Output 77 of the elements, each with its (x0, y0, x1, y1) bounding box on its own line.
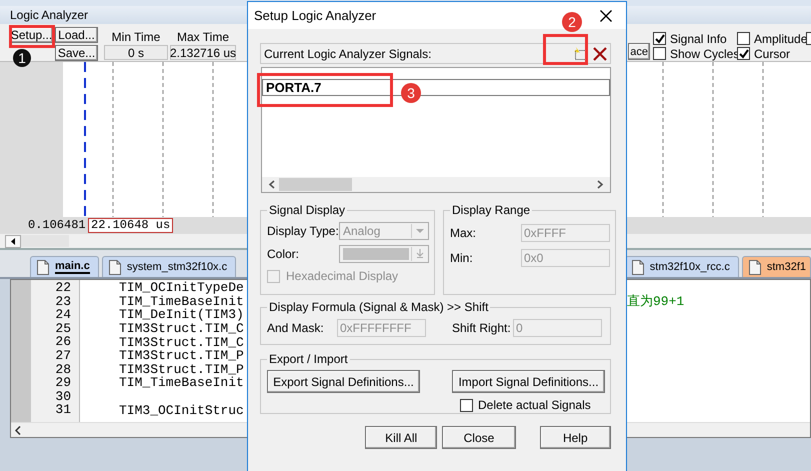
group-title: Export / Import (268, 352, 349, 366)
time-label: 0.106481 (28, 218, 87, 232)
cursor-time-label: 22.10648 us (88, 218, 174, 232)
import-button[interactable]: Import Signal Definitions... (452, 370, 605, 393)
code-line: TIM_DeInit(TIM3) (119, 307, 244, 322)
file-tab[interactable]: system_stm32f10x.c (102, 256, 236, 277)
scroll-left-icon[interactable] (15, 426, 21, 434)
checkbox[interactable] (653, 32, 666, 45)
line-number: 29 (55, 376, 71, 390)
scroll-left-button[interactable] (5, 234, 21, 248)
checkbox-label: Hexadecimal Display (286, 269, 398, 283)
field-label: Display Type: (267, 224, 339, 238)
line-number: 22 (55, 281, 71, 295)
toolbar-button[interactable]: Save... (55, 45, 98, 61)
scroll-left-icon[interactable] (268, 180, 277, 189)
line-number: 23 (55, 294, 71, 308)
time-value: 2.132716 us (170, 45, 236, 60)
line-number: 26 (55, 335, 71, 349)
line-number: 28 (55, 362, 71, 376)
toolbar-button[interactable]: Load... (55, 27, 98, 43)
scroll-right-icon[interactable] (595, 180, 604, 189)
checkbox[interactable] (737, 47, 750, 60)
dialog-title: Setup Logic Analyzer (254, 8, 376, 23)
checkbox-label: Signal Info (670, 32, 727, 46)
field-label: Color: (267, 246, 300, 260)
scroll-thumb[interactable] (279, 178, 352, 191)
scroll-left-icon (11, 238, 15, 244)
checkbox-label: Amplitude (754, 32, 808, 46)
column-label: Min Time (112, 29, 160, 45)
code-line: TIM3_OCInitStruc (119, 402, 244, 418)
down-arrow-icon (416, 249, 424, 258)
column-label: Max Time (176, 29, 229, 45)
code-line: TIM_TimeBaseInit (119, 294, 244, 309)
code-comment: 直为99+1 (627, 293, 684, 310)
file-tab[interactable]: stm32f1 (742, 256, 811, 277)
close-icon (600, 10, 612, 22)
code-line: TIM3Struct.TIM_C (119, 321, 244, 336)
highlight-frame-overlay (9, 25, 55, 48)
group-title: Display Range (451, 203, 532, 217)
document-icon (632, 260, 644, 274)
code-line: TIM_OCInitTypeDe (119, 280, 244, 296)
document-icon (748, 260, 761, 274)
group-title: Display Formula (Signal & Mask) >> Shift (268, 300, 490, 314)
scroll-thumb[interactable] (21, 235, 69, 247)
line-number: 27 (55, 348, 71, 363)
line-number: 24 (55, 308, 71, 322)
delete-button[interactable] (590, 44, 610, 63)
document-icon (37, 260, 49, 274)
time-value: 0 s (104, 45, 168, 60)
code-line: TIM_TimeBaseInit (119, 375, 244, 390)
field-label: Shift Right: (452, 320, 512, 334)
checkbox[interactable] (460, 398, 473, 412)
field-label: Max: (450, 226, 478, 240)
code-line: TIM3Struct.TIM_C (119, 334, 244, 350)
panel-title: Logic Analyzer (10, 8, 88, 22)
dialog-button[interactable]: Kill All (365, 426, 438, 449)
signals-label: Current Logic Analyzer Signals: (264, 46, 432, 60)
export-button[interactable]: Export Signal Definitions... (267, 370, 420, 393)
checkbox-label: Cursor (754, 46, 790, 60)
dialog-button[interactable]: Help (540, 426, 611, 449)
checkbox-label: Delete actual Signals (478, 398, 591, 412)
highlight-frame-overlay (543, 34, 588, 65)
field-label: Min: (450, 250, 474, 264)
checkbox[interactable] (653, 47, 666, 60)
field-label: And Mask: (267, 320, 325, 334)
dialog-button[interactable]: Close (442, 426, 516, 449)
group-title: Signal Display (268, 203, 346, 217)
file-tab[interactable]: stm32f10x_rcc.c (624, 256, 739, 277)
code-line: TIM3Struct.TIM_P (119, 362, 244, 377)
line-number: 25 (55, 322, 71, 336)
document-icon (108, 260, 121, 274)
toolbar-button[interactable]: ace (628, 43, 650, 60)
code-line: TIM3Struct.TIM_P (119, 348, 244, 364)
line-number: 31 (55, 403, 71, 417)
line-number: 30 (55, 390, 71, 404)
checkbox[interactable] (737, 32, 750, 45)
file-tab[interactable]: main.c (30, 256, 99, 277)
